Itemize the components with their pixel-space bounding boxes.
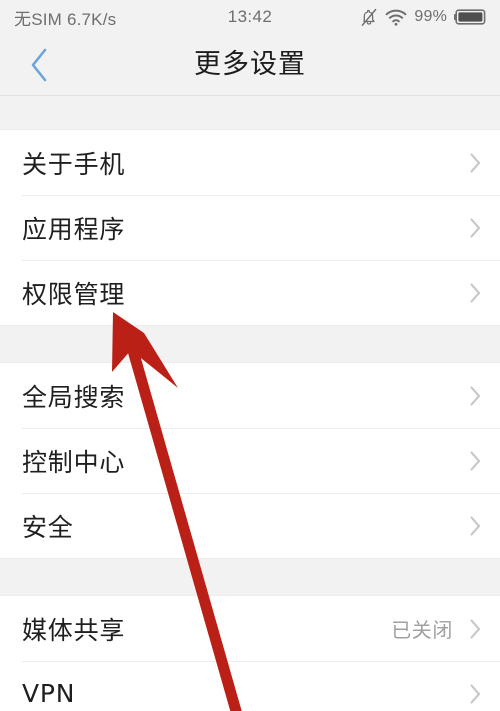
list-item-label: 媒体共享 <box>22 615 126 645</box>
chevron-right-icon <box>470 282 481 303</box>
list-item-accessory <box>453 515 482 537</box>
chevron-right-icon <box>470 450 481 471</box>
settings-group-device: 关于手机 应用程序 权限管理 <box>0 130 500 325</box>
chevron-right-icon <box>470 217 481 238</box>
chevron-right-icon <box>470 515 481 536</box>
list-item-accessory <box>453 152 482 174</box>
list-item[interactable]: 全局搜索 <box>0 363 500 428</box>
list-item-accessory: 已关闭 <box>391 614 482 643</box>
group-spacer-2 <box>0 558 500 596</box>
phone-screen: 无SIM 6.7K/s 13:42 99% 更多设置 关于手机 应用程序 权限管… <box>0 0 500 711</box>
page-header: 更多设置 <box>0 34 500 96</box>
list-item-vpn[interactable]: VPN <box>0 661 500 711</box>
list-item-value: 已关闭 <box>391 618 453 642</box>
list-item-label: 关于手机 <box>22 149 126 179</box>
chevron-right-icon <box>470 152 481 173</box>
settings-group-network: 媒体共享 已关闭 VPN <box>0 596 500 711</box>
list-item[interactable]: 控制中心 <box>0 428 500 493</box>
page-title: 更多设置 <box>194 49 306 80</box>
list-item[interactable]: 安全 <box>0 493 500 558</box>
status-carrier-and-speed: 无SIM 6.7K/s <box>14 9 117 29</box>
settings-list[interactable]: 关于手机 应用程序 权限管理 全局搜索 控制中心 安全 媒体共享 已关闭 VPN <box>0 96 500 711</box>
list-item-accessory <box>453 385 482 407</box>
status-right-icons: 99% <box>360 8 488 27</box>
wifi-icon <box>385 9 407 26</box>
list-item-accessory <box>453 683 482 705</box>
battery-icon <box>454 8 488 26</box>
status-bar: 无SIM 6.7K/s 13:42 99% <box>0 0 500 34</box>
list-item-accessory <box>453 450 482 472</box>
list-item-label: 全局搜索 <box>22 382 126 412</box>
list-item-label: 权限管理 <box>22 279 126 309</box>
list-item-label: VPN <box>22 679 76 708</box>
list-item-permission-management[interactable]: 权限管理 <box>0 260 500 325</box>
list-item[interactable]: 应用程序 <box>0 195 500 260</box>
bell-muted-icon <box>360 8 378 27</box>
list-item-label: 控制中心 <box>22 447 126 477</box>
group-spacer-1 <box>0 325 500 363</box>
settings-group-system: 全局搜索 控制中心 安全 <box>0 363 500 558</box>
chevron-right-icon <box>470 385 481 406</box>
list-item[interactable]: 关于手机 <box>0 130 500 195</box>
group-spacer-top <box>0 96 500 130</box>
list-item-media-sharing[interactable]: 媒体共享 已关闭 <box>0 596 500 661</box>
list-item-label: 应用程序 <box>22 214 126 244</box>
list-item-label: 安全 <box>22 512 74 542</box>
chevron-right-icon <box>470 683 481 704</box>
list-item-accessory <box>453 217 482 239</box>
list-item-accessory <box>453 282 482 304</box>
chevron-right-icon <box>470 618 481 639</box>
battery-percent-label: 99% <box>414 8 447 25</box>
